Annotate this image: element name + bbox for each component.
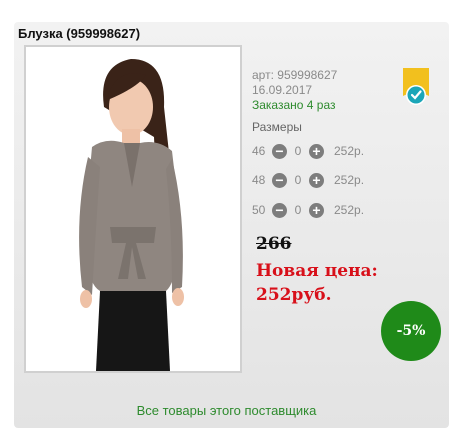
supplier-products-link[interactable]: Все товары этого поставщика [0, 403, 453, 418]
verified-ribbon-icon [403, 68, 429, 105]
size-price: 252р. [334, 173, 365, 187]
minus-icon[interactable]: − [272, 202, 287, 218]
size-price: 252р. [334, 203, 365, 217]
discount-badge: -5% [381, 301, 441, 361]
minus-icon[interactable]: − [272, 172, 287, 188]
product-title: Блузка (959998627) [18, 26, 141, 41]
size-value: 46 [252, 144, 266, 158]
product-date: 16.09.2017 [252, 83, 313, 97]
ordered-count: Заказано 4 раз [252, 98, 336, 112]
product-info: арт: 959998627 16.09.2017 Заказано 4 раз [252, 68, 337, 113]
quantity: 0 [294, 173, 302, 187]
article-label: арт: [252, 68, 274, 82]
old-price: 266 [256, 234, 292, 254]
plus-icon[interactable]: + [309, 172, 324, 188]
sizes-label: Размеры [252, 120, 302, 134]
quantity: 0 [294, 203, 302, 217]
article-number: 959998627 [277, 68, 338, 82]
size-row-48: 48 − 0 + 252р. [252, 172, 364, 188]
article-line: арт: 959998627 [252, 68, 337, 83]
minus-icon[interactable]: − [272, 143, 287, 159]
plus-icon[interactable]: + [309, 202, 324, 218]
new-price: Новая цена: 252руб. [256, 261, 378, 305]
product-photo-image [26, 47, 240, 371]
size-value: 50 [252, 203, 266, 217]
size-value: 48 [252, 173, 266, 187]
product-photo[interactable] [24, 45, 242, 373]
size-price: 252р. [334, 144, 365, 158]
plus-icon[interactable]: + [309, 143, 324, 159]
size-row-46: 46 − 0 + 252р. [252, 143, 364, 159]
quantity: 0 [294, 144, 302, 158]
size-row-50: 50 − 0 + 252р. [252, 202, 364, 218]
